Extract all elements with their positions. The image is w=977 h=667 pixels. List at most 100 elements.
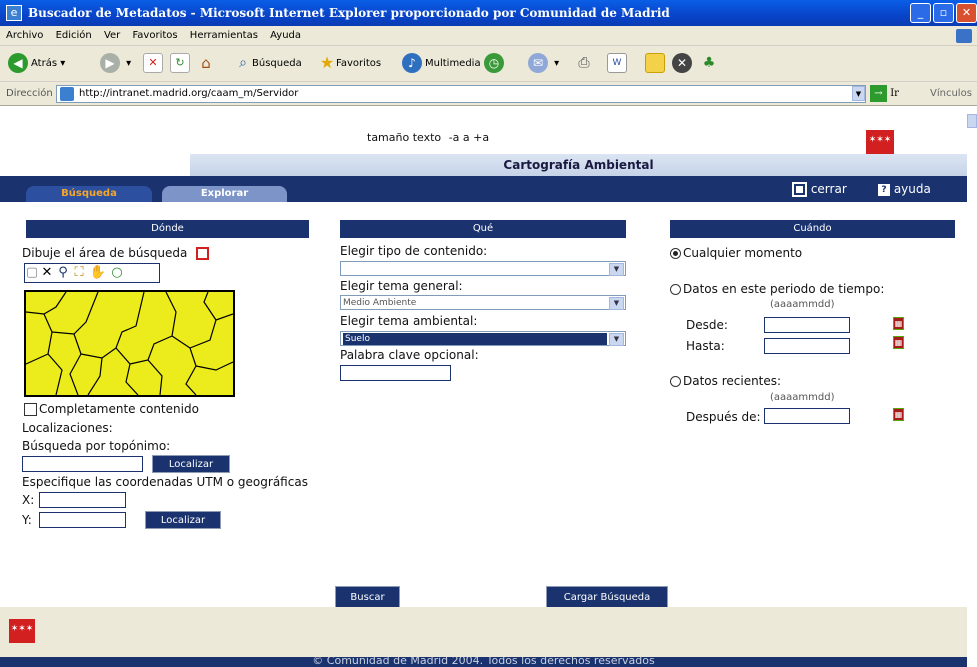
browser-toolbar: ◀ Atrás ▾ ▶ ▾ ✕ ↻ ⌂ ⌕ Búsqueda ★ Favoritos …: [0, 46, 977, 82]
coords-label: Especifique las coordenadas UTM o geográ…: [22, 475, 308, 489]
zoom-tool-icon[interactable]: ⚲: [55, 264, 71, 282]
y-coordinate-input[interactable]: [39, 512, 126, 528]
mail-button[interactable]: ✉ ▾: [528, 52, 559, 76]
fully-contained-checkbox[interactable]: [24, 403, 37, 416]
block-icon: ✕: [672, 53, 692, 73]
menu-edicion[interactable]: Edición: [56, 30, 92, 41]
date-format-hint: (aaaammdd): [770, 299, 835, 310]
word-icon: W: [607, 53, 627, 73]
favorites-button[interactable]: ★ Favoritos: [318, 52, 381, 76]
forward-button[interactable]: ▶ ▾: [100, 52, 131, 76]
menu-favoritos[interactable]: Favoritos: [132, 30, 177, 41]
pointer-tool-icon[interactable]: ✕: [39, 264, 55, 282]
madrid-logo: ✶✶✶: [866, 130, 894, 154]
draw-rectangle-icon[interactable]: [196, 247, 209, 260]
extent-tool-icon[interactable]: ⛶: [71, 264, 87, 282]
go-button[interactable]: → Ir: [870, 84, 899, 104]
menu-ver[interactable]: Ver: [104, 30, 120, 41]
content-type-label: Elegir tipo de contenido:: [340, 244, 488, 258]
chevron-down-icon: ▼: [609, 263, 624, 276]
text-size-buttons[interactable]: -a a +a: [449, 131, 489, 144]
edit-button[interactable]: W: [607, 52, 627, 76]
close-link[interactable]: cerrar: [792, 182, 847, 197]
locate-button[interactable]: Localizar: [152, 455, 230, 473]
close-window-icon[interactable]: ✕: [956, 3, 977, 23]
keyword-input[interactable]: [340, 365, 451, 381]
forward-arrow-icon: ▶: [100, 53, 120, 73]
general-theme-select[interactable]: Medio Ambiente ▼: [340, 295, 626, 310]
after-label: Después de:: [686, 410, 761, 424]
to-label: Hasta:: [686, 339, 725, 353]
toponym-input[interactable]: [22, 456, 143, 472]
history-button[interactable]: ◷: [484, 52, 507, 76]
x-label: X:: [22, 493, 35, 507]
recent-radio[interactable]: [670, 376, 681, 387]
select-tool-icon[interactable]: ▢: [25, 264, 39, 282]
circle-tool-icon[interactable]: ○: [109, 264, 125, 282]
map-tools: ▢ ✕ ⚲ ⛶ ✋ ○: [24, 263, 160, 283]
search-toolbar-button[interactable]: ⌕ Búsqueda: [234, 52, 302, 76]
from-date-input[interactable]: [764, 317, 850, 333]
maximize-icon[interactable]: ▫: [933, 3, 954, 23]
calendar-icon[interactable]: ▦: [893, 408, 904, 421]
scrollbar-thumb[interactable]: [967, 114, 977, 128]
address-dropdown-icon[interactable]: ▼: [852, 86, 865, 101]
fully-contained-option[interactable]: Completamente contenido: [24, 402, 199, 416]
locate-coords-button[interactable]: Localizar: [145, 511, 221, 529]
page-icon: [60, 87, 74, 101]
after-date-input[interactable]: [764, 408, 850, 424]
chevron-down-icon: ▼: [609, 297, 624, 310]
home-button[interactable]: ⌂: [197, 52, 215, 76]
tab-busqueda[interactable]: Búsqueda: [26, 186, 152, 202]
browser-app-icon: e: [6, 5, 22, 21]
x-coordinate-input[interactable]: [39, 492, 126, 508]
donde-header: Dónde: [26, 220, 309, 238]
minimize-icon[interactable]: _: [910, 3, 931, 23]
pan-hand-icon[interactable]: ✋: [87, 264, 109, 282]
calendar-icon[interactable]: ▦: [893, 317, 904, 330]
menu-herramientas[interactable]: Herramientas: [190, 30, 258, 41]
back-button[interactable]: ◀ Atrás ▾: [8, 52, 65, 76]
window-title-bar: Buscador de Metadatos - Microsoft Intern…: [0, 0, 977, 26]
menu-archivo[interactable]: Archivo: [6, 30, 43, 41]
search-button[interactable]: Buscar: [335, 586, 400, 608]
close-square-icon: [792, 182, 807, 197]
y-label: Y:: [22, 513, 32, 527]
any-time-option[interactable]: Cualquier momento: [670, 246, 802, 260]
content-type-select[interactable]: ▼: [340, 261, 626, 276]
locations-label: Localizaciones:: [22, 421, 113, 435]
recent-option[interactable]: Datos recientes:: [670, 374, 781, 388]
stop-button[interactable]: ✕: [143, 52, 163, 76]
search-map[interactable]: [24, 290, 235, 397]
app-title: Cartografía Ambiental: [503, 158, 654, 172]
tab-explorar[interactable]: Explorar: [162, 186, 287, 202]
links-label[interactable]: Vínculos: [930, 82, 972, 106]
messenger-button[interactable]: ♣: [700, 52, 718, 76]
to-date-input[interactable]: [764, 338, 850, 354]
from-label: Desde:: [686, 318, 728, 332]
general-theme-label: Elegir tema general:: [340, 279, 463, 293]
env-theme-select[interactable]: Suelo ▼: [340, 331, 626, 346]
multimedia-button[interactable]: ♪ Multimedia: [402, 52, 481, 76]
calendar-icon[interactable]: ▦: [893, 336, 904, 349]
any-time-radio[interactable]: [670, 248, 681, 259]
go-arrow-icon: →: [870, 85, 887, 102]
menu-ayuda[interactable]: Ayuda: [270, 30, 301, 41]
load-search-button[interactable]: Cargar Búsqueda: [546, 586, 668, 608]
app-title-banner: Cartografía Ambiental: [190, 154, 967, 176]
messenger-icon: ♣: [702, 55, 716, 71]
period-option[interactable]: Datos en este periodo de tiempo:: [670, 282, 884, 296]
cuando-header: Cuándo: [670, 220, 955, 238]
web-page: tamaño texto -a a +a ✶✶✶ Cartografía Amb…: [0, 106, 977, 667]
help-link[interactable]: ? ayuda: [878, 182, 931, 196]
block-button[interactable]: ✕: [672, 52, 695, 76]
notes-button[interactable]: [645, 52, 665, 76]
date-format-hint-2: (aaaammdd): [770, 392, 835, 403]
print-button[interactable]: ⎙: [575, 52, 593, 76]
keyword-label: Palabra clave opcional:: [340, 348, 479, 362]
refresh-button[interactable]: ↻: [170, 52, 190, 76]
draw-area-label: Dibuje el área de búsqueda: [22, 246, 188, 260]
period-radio[interactable]: [670, 284, 681, 295]
window-title: Buscador de Metadatos - Microsoft Intern…: [28, 6, 670, 20]
address-input[interactable]: http://intranet.madrid.org/caam_m/Servid…: [56, 85, 866, 103]
